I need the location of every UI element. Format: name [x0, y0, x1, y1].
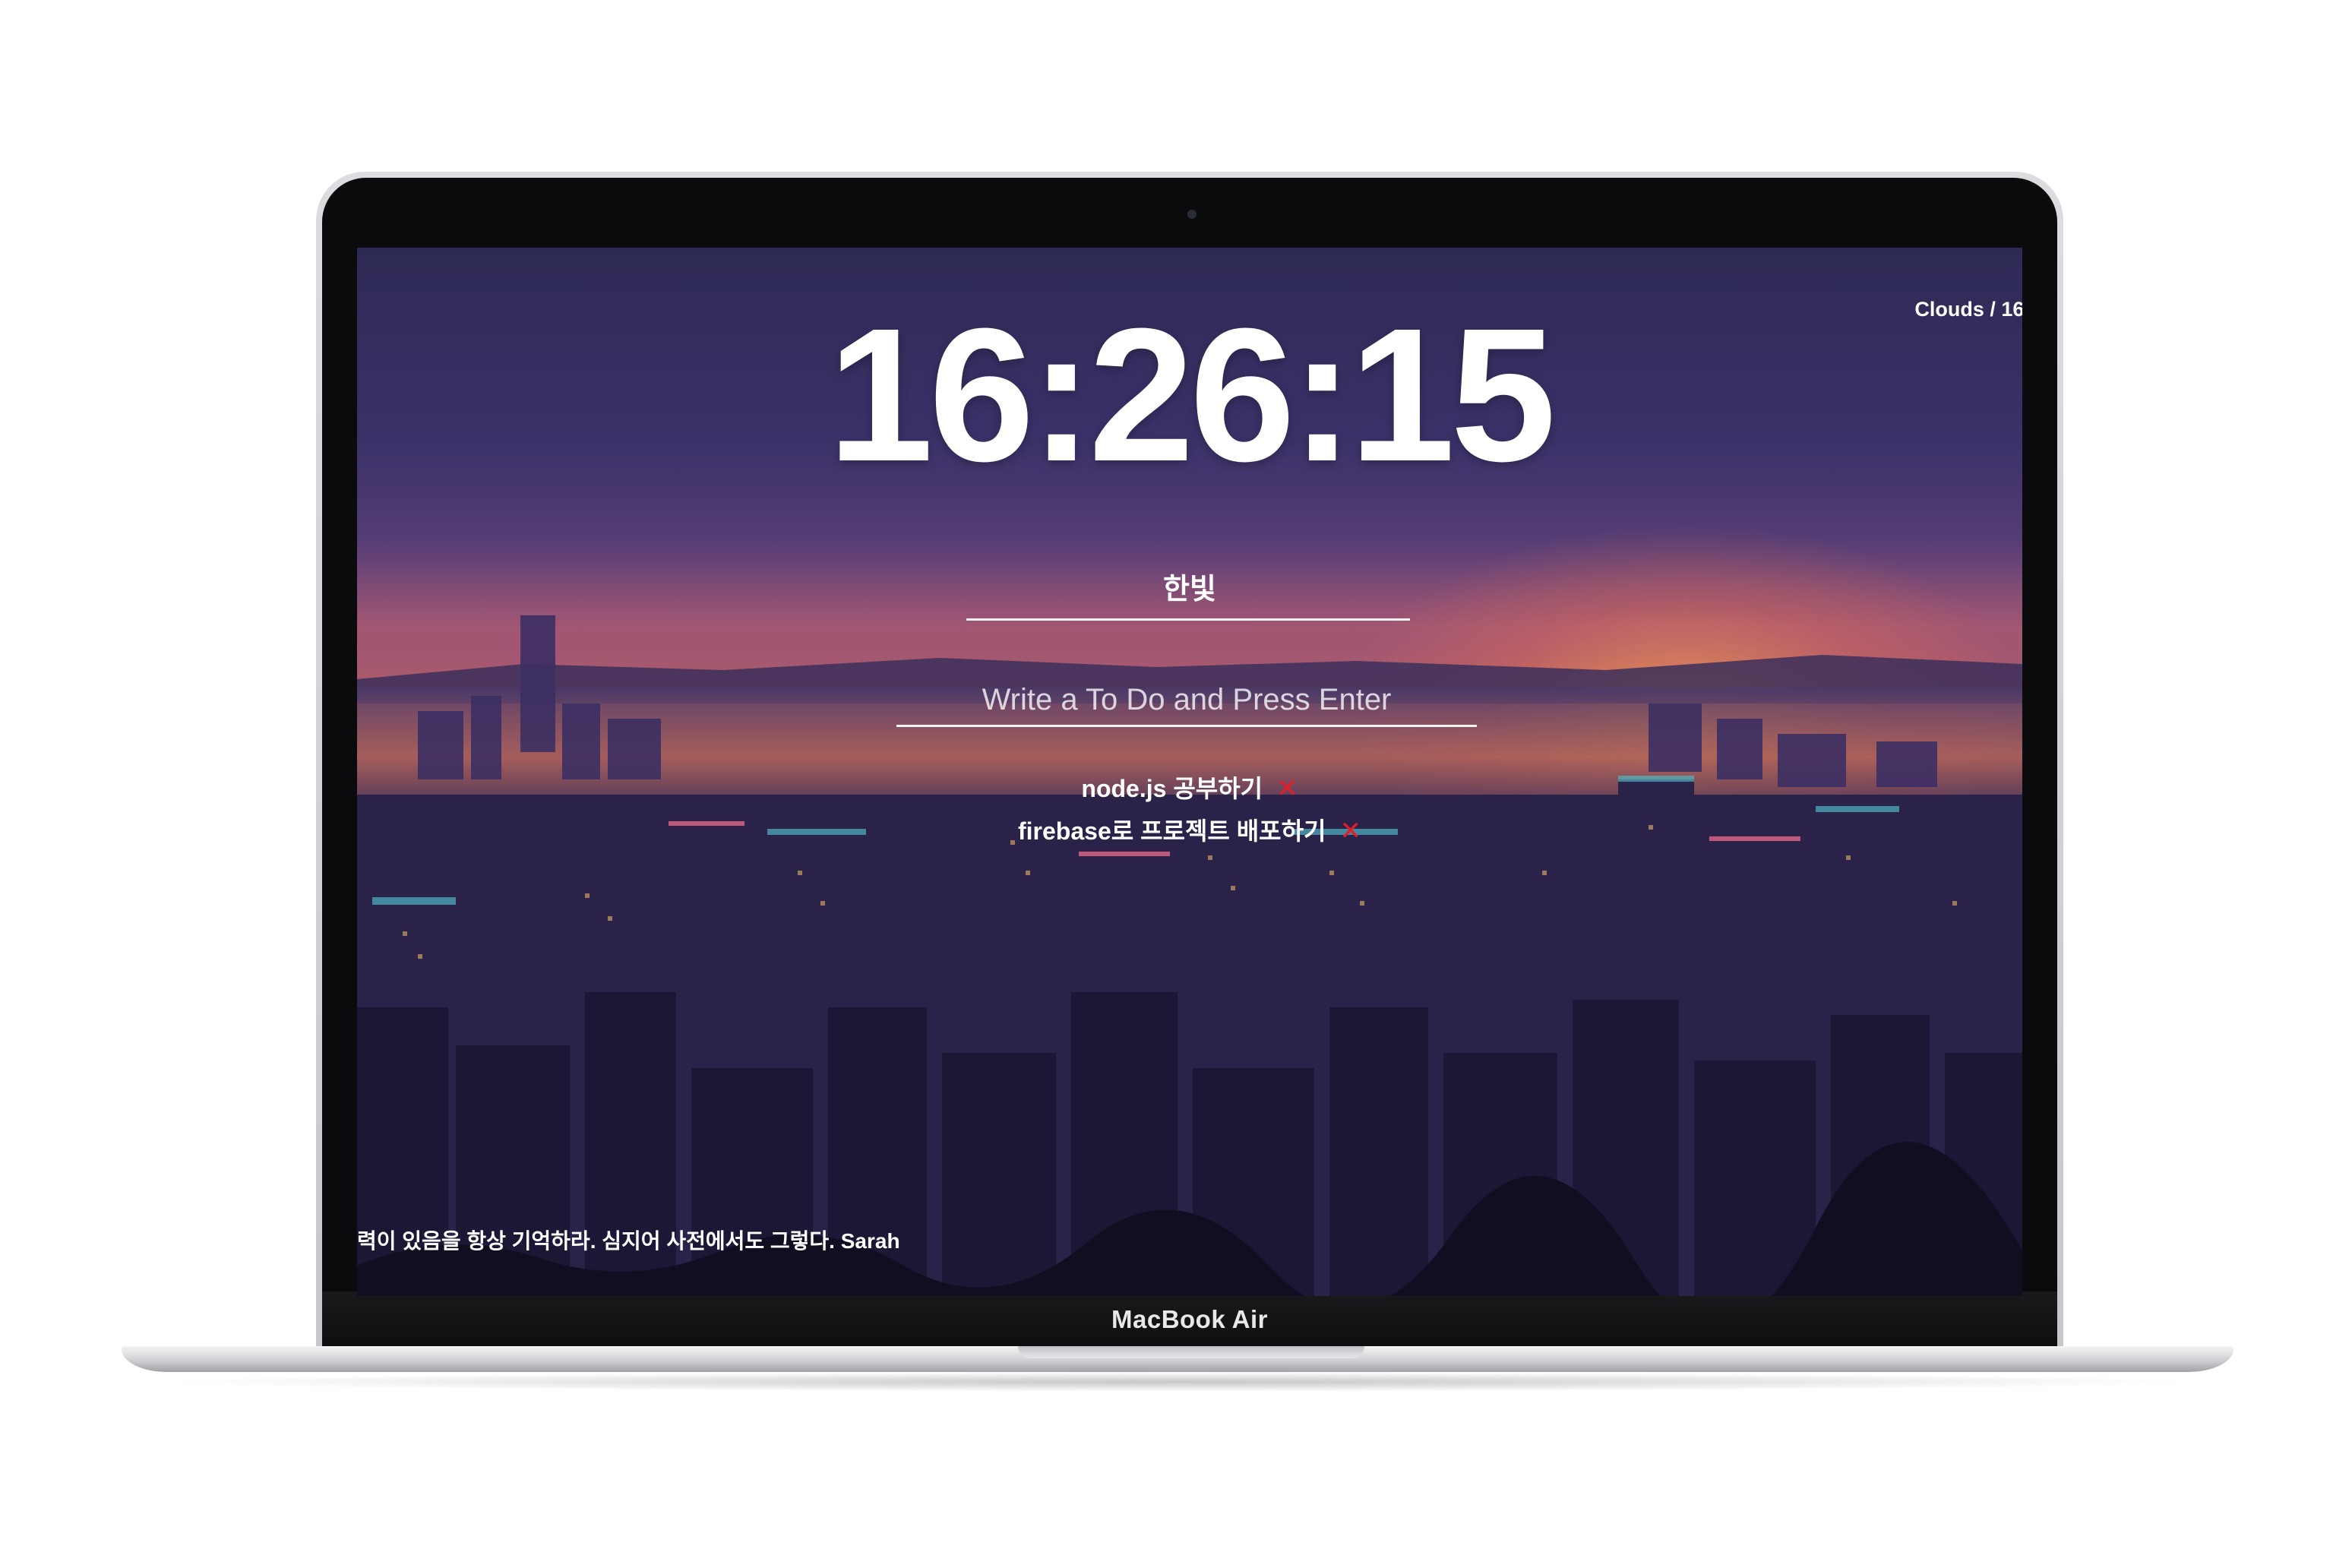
- todo-item-text: node.js 공부하기: [1081, 775, 1263, 802]
- app-screen: Clouds / 16.72 16:26:15 한빛 node.js 공부하기✕…: [357, 248, 2022, 1296]
- laptop-shadow: [152, 1372, 2203, 1392]
- list-item: node.js 공부하기 ✕: [357, 767, 2022, 810]
- list-item: firebase로 프로젝트 배포하기 ✕: [357, 810, 2022, 852]
- laptop-base-notch: [1018, 1346, 1364, 1358]
- delete-icon[interactable]: ✕: [1276, 774, 1298, 803]
- camera-icon: [1187, 210, 1197, 219]
- clock-display: 16:26:15: [827, 289, 1557, 501]
- device-brand-label: MacBook Air: [1111, 1305, 1268, 1333]
- todo-item-text: firebase로 프로젝트 배포하기: [1018, 817, 1326, 845]
- greeting-name: 한빛: [1163, 574, 1216, 605]
- name-underline: [966, 618, 1410, 621]
- quote-text: 력이 있음을 항상 기억하라. 심지어 사전에서도 그렇다. Sarah: [357, 1229, 900, 1253]
- todo-input[interactable]: [896, 675, 1477, 727]
- delete-icon[interactable]: ✕: [1339, 817, 1361, 846]
- todo-list: node.js 공부하기 ✕ firebase로 프로젝트 배포하기 ✕: [357, 767, 2022, 852]
